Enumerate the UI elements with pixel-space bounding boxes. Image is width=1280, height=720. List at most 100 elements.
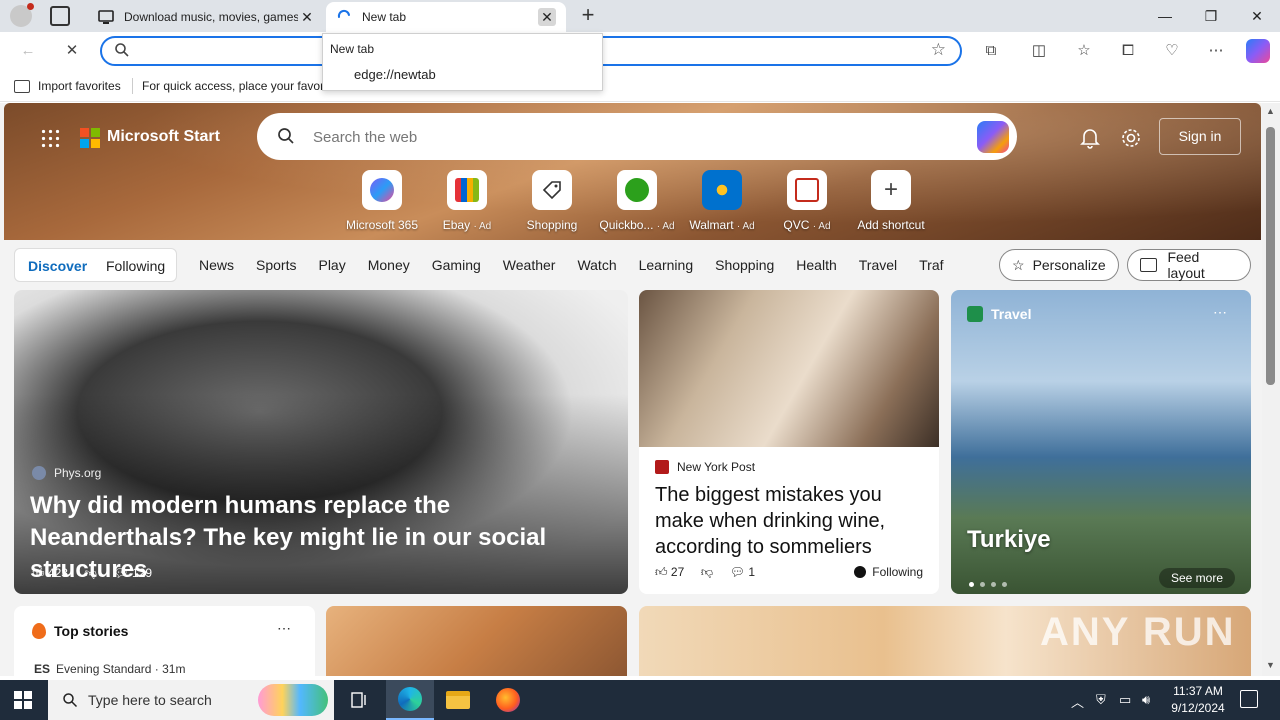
palm-tree-icon bbox=[967, 306, 983, 322]
new-tab-button[interactable]: + bbox=[576, 4, 600, 28]
notifications-bell-icon[interactable] bbox=[1080, 127, 1100, 149]
browser-essentials-icon[interactable]: ♡ bbox=[1161, 40, 1183, 62]
search-icon bbox=[278, 128, 294, 144]
see-more-button[interactable]: See more bbox=[1158, 568, 1235, 588]
dislike-icon[interactable]: 👎︎ bbox=[85, 566, 97, 580]
news-card-image[interactable] bbox=[326, 606, 627, 676]
sign-in-button[interactable]: Sign in bbox=[1159, 118, 1241, 155]
taskbar-search-input[interactable] bbox=[88, 691, 268, 709]
nav-traffic[interactable]: Traf bbox=[919, 257, 943, 273]
task-view-icon[interactable] bbox=[336, 680, 384, 720]
nav-watch[interactable]: Watch bbox=[577, 257, 616, 273]
close-tab-icon[interactable]: ✕ bbox=[298, 8, 316, 26]
top-stories-title[interactable]: Top stories bbox=[54, 623, 128, 639]
profile-icon[interactable] bbox=[10, 3, 34, 27]
more-options-icon[interactable]: ⋯ bbox=[277, 620, 291, 637]
feed-layout-button[interactable]: Feed layout bbox=[1127, 249, 1251, 281]
shortcut-microsoft-365[interactable]: Microsoft 365 bbox=[337, 170, 427, 232]
nav-play[interactable]: Play bbox=[318, 257, 345, 273]
star-icon: ☆ bbox=[1012, 256, 1025, 273]
scrollbar-thumb[interactable] bbox=[1266, 127, 1275, 385]
nav-money[interactable]: Money bbox=[368, 257, 410, 273]
network-icon[interactable]: ▭ bbox=[1119, 692, 1131, 708]
tab-new-tab[interactable]: New tab ✕ bbox=[326, 2, 566, 32]
carousel-dots[interactable] bbox=[969, 574, 1019, 587]
nav-learning[interactable]: Learning bbox=[639, 257, 694, 273]
nav-health[interactable]: Health bbox=[796, 257, 836, 273]
personalize-button[interactable]: ☆ Personalize bbox=[999, 249, 1119, 281]
split-screen-icon[interactable]: ◫ bbox=[1028, 40, 1050, 62]
security-icon[interactable]: ⛨ bbox=[1096, 692, 1106, 708]
settings-more-icon[interactable]: ⋯ bbox=[1205, 40, 1227, 62]
add-shortcut-button[interactable]: + Add shortcut bbox=[846, 170, 936, 232]
feed-navigation: Discover Following News Sports Play Money Ga… bbox=[0, 243, 1262, 287]
taskbar-search-box[interactable] bbox=[48, 680, 334, 720]
comment-icon[interactable]: 💬︎ bbox=[113, 566, 128, 580]
nav-gaming[interactable]: Gaming bbox=[432, 257, 481, 273]
card-headline[interactable]: The biggest mistakes you make when drink… bbox=[655, 482, 923, 560]
edge-taskbar-icon[interactable] bbox=[386, 680, 434, 720]
import-favorites-label: Import favorites bbox=[38, 79, 121, 93]
shortcut-walmart[interactable]: Walmart · Ad bbox=[677, 170, 767, 232]
settings-gear-icon[interactable] bbox=[1120, 127, 1142, 149]
import-favorites-button[interactable]: Import favorites bbox=[14, 79, 121, 93]
tab-download[interactable]: Download music, movies, games ✕ bbox=[88, 2, 326, 32]
system-clock[interactable]: 11:37 AM 9/12/2024 bbox=[1160, 683, 1236, 717]
firefox-icon[interactable] bbox=[484, 680, 532, 720]
close-window-button[interactable]: ✕ bbox=[1234, 0, 1280, 32]
following-button[interactable]: Following bbox=[854, 565, 923, 579]
windows-start-icon[interactable] bbox=[14, 691, 32, 709]
brand-name[interactable]: Microsoft Start bbox=[107, 128, 220, 146]
card-place[interactable]: Turkiye bbox=[967, 526, 1051, 554]
news-card-wine[interactable]: New York Post The biggest mistakes you m… bbox=[639, 290, 939, 594]
card-source: Phys.org bbox=[32, 466, 101, 480]
comment-icon[interactable]: 💬︎ bbox=[730, 565, 745, 579]
like-icon[interactable]: 👍︎ bbox=[32, 566, 45, 580]
nav-travel[interactable]: Travel bbox=[859, 257, 897, 273]
more-options-icon[interactable]: ⋯ bbox=[1213, 304, 1227, 321]
collections-icon[interactable]: ⧠ bbox=[1117, 40, 1139, 62]
shortcut-ebay[interactable]: Ebay · Ad bbox=[422, 170, 512, 232]
restore-button[interactable]: ❐ bbox=[1188, 0, 1234, 32]
news-card-neanderthals[interactable]: Phys.org Why did modern humans replace t… bbox=[14, 290, 628, 594]
page-scrollbar[interactable]: ▲ ▼ bbox=[1262, 103, 1280, 676]
extensions-icon[interactable]: ⧉ bbox=[980, 40, 1002, 62]
ebay-icon bbox=[447, 170, 487, 210]
tab-following[interactable]: Following bbox=[106, 258, 165, 274]
publisher-logo-icon: ES bbox=[34, 662, 51, 676]
web-search-box[interactable] bbox=[257, 113, 1017, 160]
dislike-icon[interactable]: 👎︎ bbox=[701, 565, 713, 579]
travel-card[interactable]: Travel ⋯ Turkiye See more bbox=[951, 290, 1251, 594]
stop-loading-icon[interactable]: ✕ bbox=[61, 40, 83, 62]
show-hidden-icons[interactable]: ︿ bbox=[1071, 692, 1084, 711]
shortcut-shopping[interactable]: Shopping bbox=[507, 170, 597, 232]
nav-shopping[interactable]: Shopping bbox=[715, 257, 774, 273]
copilot-icon[interactable] bbox=[1246, 39, 1270, 63]
scroll-up-icon[interactable]: ▲ bbox=[1266, 106, 1275, 116]
web-search-input[interactable] bbox=[313, 126, 953, 148]
scroll-down-icon[interactable]: ▼ bbox=[1266, 660, 1275, 670]
shortcut-quickbooks[interactable]: Quickbo... · Ad bbox=[592, 170, 682, 232]
file-explorer-icon[interactable] bbox=[434, 680, 482, 720]
favorite-star-icon[interactable]: ☆ bbox=[931, 40, 946, 60]
nav-weather[interactable]: Weather bbox=[503, 257, 556, 273]
tab-actions-icon[interactable] bbox=[50, 6, 70, 26]
nav-sports[interactable]: Sports bbox=[256, 257, 296, 273]
suggestion-item[interactable]: edge://newtab bbox=[354, 67, 436, 82]
favorites-icon[interactable]: ☆ bbox=[1073, 40, 1095, 62]
copilot-icon[interactable] bbox=[977, 121, 1009, 153]
shortcut-qvc[interactable]: QVC · Ad bbox=[762, 170, 852, 232]
app-launcher-icon[interactable] bbox=[40, 128, 60, 148]
volume-icon[interactable]: 🔊︎ bbox=[1142, 692, 1150, 708]
nav-news[interactable]: News bbox=[199, 257, 234, 273]
card-category: Travel bbox=[967, 306, 1031, 322]
notifications-icon[interactable] bbox=[1240, 690, 1258, 708]
top-stories-card: Top stories ⋯ ES Evening Standard · 31m bbox=[14, 606, 315, 676]
tab-discover[interactable]: Discover bbox=[28, 258, 87, 274]
like-icon[interactable]: 👍︎ bbox=[655, 565, 668, 579]
microsoft-365-icon bbox=[362, 170, 402, 210]
story-source: ES Evening Standard · 31m bbox=[34, 662, 186, 676]
back-icon[interactable]: ← bbox=[17, 40, 39, 62]
close-tab-icon[interactable]: ✕ bbox=[538, 8, 556, 26]
minimize-button[interactable]: — bbox=[1142, 0, 1188, 32]
